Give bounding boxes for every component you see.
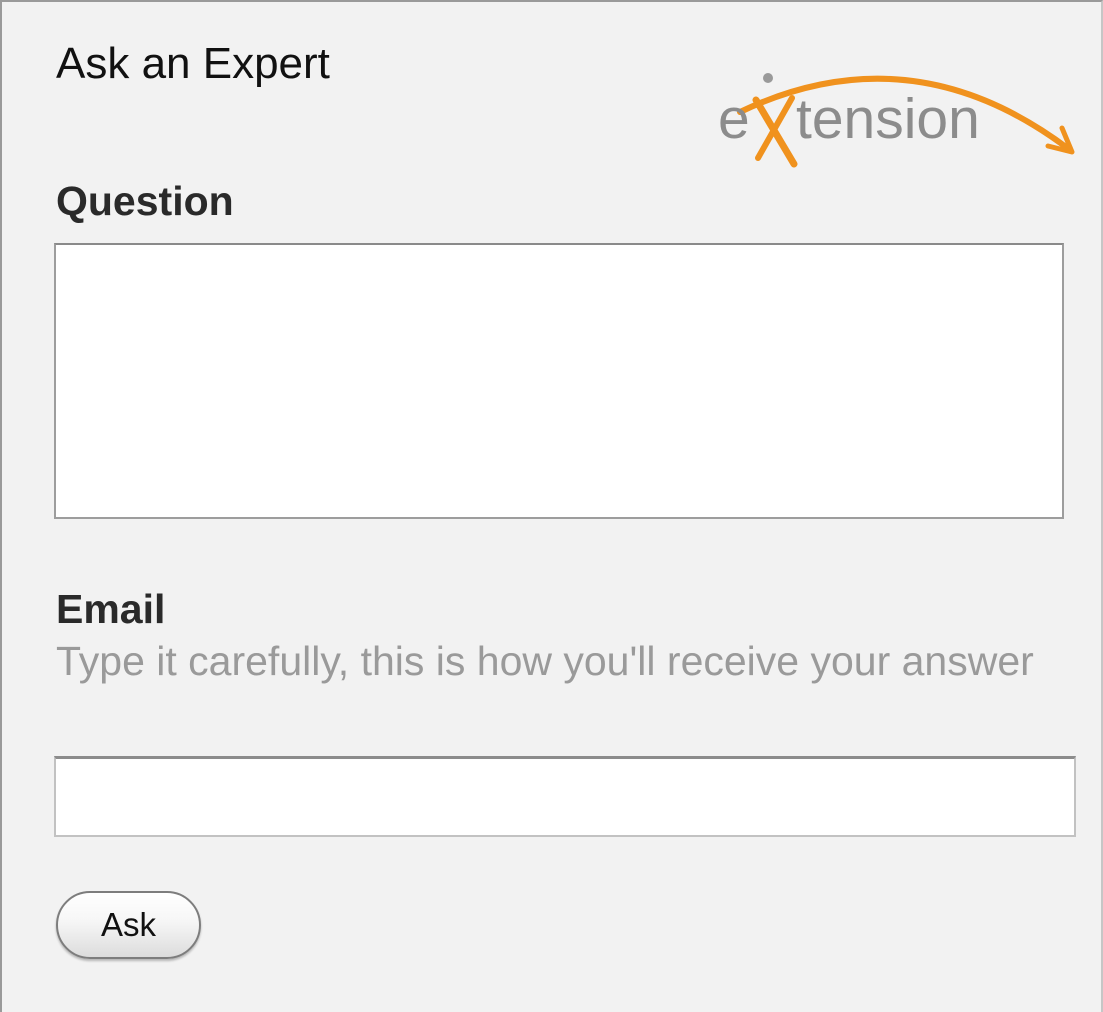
- extension-logo: eXtension e tension: [718, 73, 1075, 168]
- email-hint: Type it carefully, this is how you'll re…: [56, 638, 1034, 684]
- ask-button[interactable]: Ask: [56, 891, 201, 959]
- email-input[interactable]: [54, 756, 1076, 837]
- svg-text:tension: tension: [796, 87, 980, 151]
- widget-title: Ask an Expert: [56, 39, 330, 88]
- question-label: Question: [56, 178, 234, 224]
- email-label: Email: [56, 586, 166, 632]
- ask-an-expert-widget: Ask an Expert eXtension e tension Questi…: [0, 0, 1103, 1012]
- svg-text:e: e: [718, 87, 750, 151]
- question-textarea[interactable]: [54, 243, 1064, 519]
